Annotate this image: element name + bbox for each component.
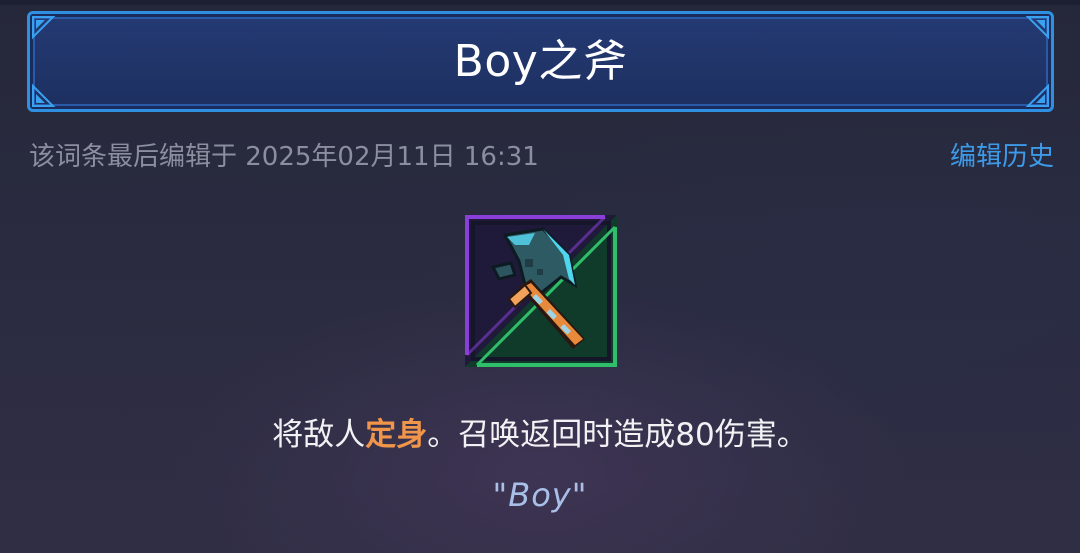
keyword-root[interactable]: 定身 [365,417,427,453]
page-title: Boy之斧 [453,36,628,87]
description-text: 将敌人 [272,417,366,453]
last-edited-text: 该词条最后编辑于 2025年02月11日 16:31 [29,142,539,172]
top-edge [0,0,1080,5]
title-banner: Boy之斧 [27,11,1054,112]
edit-history-link[interactable]: 编辑历史 [950,140,1054,174]
axe-icon [465,215,617,367]
item-description: 将敌人定身。召唤返回时造成80伤害。 [0,414,1080,456]
item-quote: "Boy" [492,476,588,514]
description-text: 。召唤返回时造成80伤害。 [427,417,808,453]
